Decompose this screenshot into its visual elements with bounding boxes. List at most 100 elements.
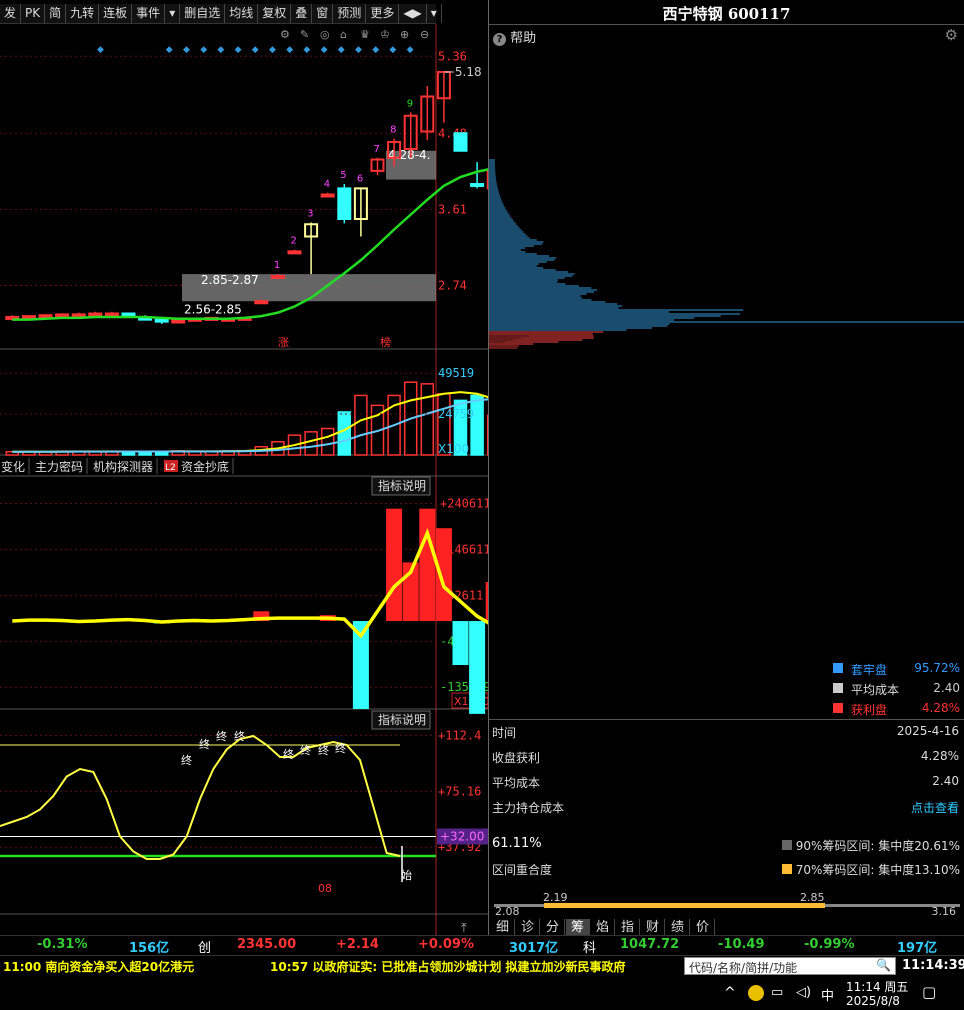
sequence-number: 8 [390,125,396,136]
cy-label[interactable]: 创 [198,937,211,956]
news-item-1[interactable]: 11:00 南向资金净买入超20亿港元 [3,958,194,975]
signal-diamond: ◆ [200,45,207,55]
news-item-2[interactable]: 10:57 以政府证实: 已批准占领加沙城计划 拟建立加沙新民事政府 [270,958,626,975]
l2-badge-text: L2 [165,463,176,473]
toolbar-item-5[interactable]: 事件 [132,4,166,23]
chip-info-row[interactable]: 主力持仓成本 点击查看 [489,796,963,818]
candle-body [171,319,186,324]
toolbar-item-10[interactable]: 叠 [291,4,313,23]
search-icon[interactable]: 🔍 [876,958,891,972]
signal-diamond: ◆ [407,45,414,55]
kc-label[interactable]: 科 [583,937,596,956]
chart-tool-icon: ♛ [360,28,370,41]
range90: 90%筹码区间: 集中度20.61% [781,837,960,854]
news-bar: 11:00 南向资金净买入超20亿港元 10:57 以政府证实: 已批准占领加沙… [0,955,964,975]
candle-body [270,274,285,279]
app-tray-icon[interactable] [748,985,764,1001]
main-chart-area[interactable]: 5.36 4.48 3.61 2.74 2.85-2.87 2.56-2.85 4.28-4… [0,24,488,940]
chart-tool-icon: ⚙ [280,28,290,41]
kc-pct: -0.99% [804,937,855,952]
toolbar-item-0[interactable]: 发 [0,4,22,23]
chip-legend-label: 平均成本 [851,683,900,697]
candle-body [254,300,269,305]
overlap-label: 区间重合度 [492,863,553,877]
news-clock: 11:14:39 [902,958,964,973]
signal-diamond: ◆ [97,45,104,55]
kc-index: 1047.72 [620,937,680,952]
signal-diamond: ◆ [389,45,396,55]
scroll-top-icon: ⤒ [461,921,467,936]
chart-tool-icon: ⌂ [340,28,347,41]
ind2-end-label: 终 [199,737,210,751]
chart-tool-icon: ✎ [300,28,309,41]
chip-info-label: 主力持仓成本 [492,801,565,815]
search-input[interactable]: 代码/名称/简拼/功能 🔍 [684,957,896,975]
help-link[interactable]: ? 帮助 [493,27,536,46]
candle-body [21,315,36,320]
network-icon[interactable]: ▭ [771,985,783,1000]
toolbar-item-15[interactable]: ▾ [427,4,442,23]
sequence-number: 5 [340,170,346,181]
taskbar-date[interactable]: 2025/8/8 [846,994,900,1008]
chart-canvas[interactable]: 5.364.483.612.742.85-2.872.56-2.854.28-4… [0,24,488,940]
toolbar-item-11[interactable]: 窗 [312,4,334,23]
chip-legend-row: 平均成本 2.40 [829,680,964,698]
volume-bar [320,427,335,456]
toolbar-item-8[interactable]: 均线 [225,4,259,23]
toolbar-item-1[interactable]: PK [21,4,46,23]
range-low: 2.08 [495,905,520,918]
toolbar-item-12[interactable]: 预测 [333,4,367,23]
notification-icon[interactable]: ▢ [922,983,936,1001]
signal-diamond: ◆ [338,45,345,55]
indicator-tab-1: 主力密码 [35,459,83,474]
taskbar-time[interactable]: 11:14 周五 [846,978,908,995]
ind2-axis-label: +75.16 [438,784,481,798]
ind2-end-label: 终 [283,747,294,761]
range70-swatch [781,864,792,874]
chip-info-value: 2.40 [932,774,959,788]
stock-code: 600117 [727,5,791,23]
gap-label-lower: 2.56-2.85 [184,302,242,316]
chip-legend-label: 获利盘 [851,703,888,717]
ind2-start-label: 始 [401,868,412,882]
gear-icon[interactable]: ⚙ [945,26,958,44]
sequence-number: 6 [357,174,363,185]
price-axis-label: 3.61 [438,202,467,216]
toolbar-item-14[interactable]: ◀▶ [399,4,427,23]
chart-tool-icon: ◎ [320,28,330,41]
toolbar-item-6[interactable]: ▾ [165,4,181,23]
toolbar-item-3[interactable]: 九转 [66,4,100,23]
chevron-up-icon[interactable]: ^ [724,985,736,1001]
search-placeholder: 代码/名称/简拼/功能 [689,961,798,975]
volume-unit: X100 [438,442,469,456]
toolbar-item-13[interactable]: 更多 [366,4,400,23]
signal-diamond: ◆ [166,45,173,55]
range90-text: 90%筹码区间: 集中度20.61% [795,839,960,853]
chip-info-value[interactable]: 点击查看 [911,799,959,816]
right-pane: 西宁特钢 600117 ? 帮助 ⚙ 套牢盘 95.72% 平均成本 2.40 获利盘 4… [489,0,964,940]
ime-indicator[interactable]: 中 [821,985,834,1004]
chip-info-value: 2025-4-16 [896,724,959,738]
chip-legend-swatch [833,663,843,673]
price-axis-label: 5.36 [438,49,467,63]
help-icon: ? [493,33,506,46]
chip-legend-swatch [833,683,843,693]
gap-label-mid: 2.85-2.87 [201,273,259,287]
ind2-help-label: 指标说明 [378,712,426,727]
candle-body [337,187,352,220]
signal-diamond: ◆ [321,45,328,55]
toolbar-item-7[interactable]: 删自选 [180,4,226,23]
help-label: 帮助 [510,31,537,46]
chip-legend-value: 2.40 [933,681,960,695]
volume-icon[interactable]: ◁) [796,985,811,1000]
volume-axis-label: 49519 [438,366,474,380]
toolbar-item-9[interactable]: 复权 [258,4,292,23]
volume-bar [470,394,484,456]
overlap-pct: 61.11% [492,836,542,851]
ind1-bar [469,621,486,714]
chart-tool-icon: ⊖ [420,28,429,41]
sh-pct: -0.31% [37,937,88,952]
toolbar-item-4[interactable]: 连板 [99,4,133,23]
chip-legend-value: 95.72% [914,661,960,675]
toolbar-item-2[interactable]: 简 [45,4,67,23]
